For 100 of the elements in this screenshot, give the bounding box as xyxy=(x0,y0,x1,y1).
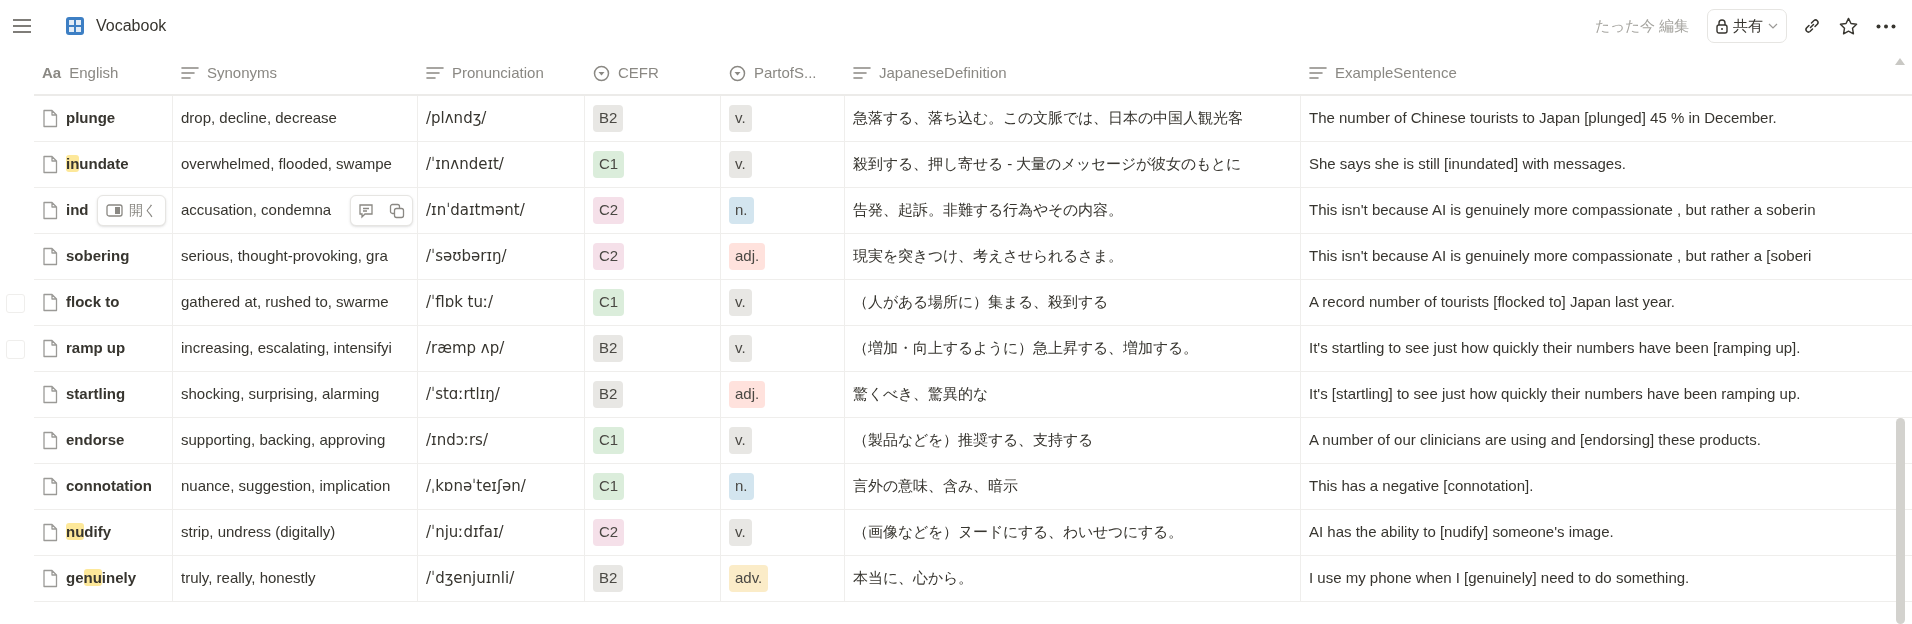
scrollbar-thumb[interactable] xyxy=(1896,418,1905,624)
word-link[interactable]: genuinely xyxy=(66,567,137,590)
synonyms-text: gathered at, rushed to, swarme xyxy=(181,292,389,313)
pronunciation-text: /ˈɪnʌndeɪt/ xyxy=(426,154,504,176)
tag: B2 xyxy=(593,381,624,408)
pronunciation-text: /ɪnˈdaɪtmənt/ xyxy=(426,200,525,222)
word-link[interactable]: endorse xyxy=(66,429,125,452)
word-link[interactable]: startling xyxy=(66,383,126,406)
pronunciation-text: /ˌkɒnəˈteɪʃən/ xyxy=(426,476,526,498)
tag: C2 xyxy=(593,243,625,270)
column-header[interactable]: JapaneseDefinition xyxy=(845,52,1301,94)
text-property-icon xyxy=(1309,66,1327,80)
example-sentence: A number of our clinicians are using and [endorsing] these products. xyxy=(1309,430,1761,451)
pronunciation-text: /ræmp ʌp/ xyxy=(426,338,505,360)
tag: C1 xyxy=(593,427,625,454)
tag: v. xyxy=(729,151,752,178)
page-icon xyxy=(42,339,58,358)
comment-icon[interactable] xyxy=(358,202,375,219)
menu-icon[interactable] xyxy=(12,18,32,34)
tag: v. xyxy=(729,289,752,316)
word-link[interactable]: ramp up xyxy=(66,337,126,360)
column-header[interactable]: PartofS... xyxy=(721,52,845,94)
pronunciation-text: /ˈnjuːdɪfaɪ/ xyxy=(426,522,504,544)
word-link[interactable]: nudify xyxy=(66,521,111,544)
tag: C2 xyxy=(593,519,625,546)
definition-text: 驚くべき、驚異的な xyxy=(853,384,988,405)
select-property-icon xyxy=(729,64,746,82)
page-icon xyxy=(42,385,58,404)
word-link[interactable]: inundate xyxy=(66,153,129,176)
column-header[interactable]: CEFR xyxy=(585,52,721,94)
column-header[interactable]: Pronunciation xyxy=(418,52,585,94)
tag: C1 xyxy=(593,473,625,500)
text-property-icon xyxy=(853,66,871,80)
column-header[interactable]: ExampleSentence xyxy=(1301,52,1888,94)
tag: B2 xyxy=(593,565,624,592)
page-icon xyxy=(42,155,58,174)
open-button[interactable]: 開く xyxy=(97,195,166,226)
tag: n. xyxy=(729,473,754,500)
example-sentence: This has a negative [connotation]. xyxy=(1309,476,1534,497)
example-sentence: This isn't because AI is genuinely more compassionate , but rather a [soberi xyxy=(1309,246,1812,267)
text-property-icon xyxy=(181,66,199,80)
definition-text: 告発、起訴。非難する行為やその内容。 xyxy=(853,200,1123,221)
page-title[interactable]: Vocabook xyxy=(96,14,167,38)
word-link[interactable]: plunge xyxy=(66,107,116,130)
definition-text: 現実を突きつけ、考えさせられるさま。 xyxy=(853,246,1123,267)
select-property-icon xyxy=(593,64,610,82)
synonyms-text: accusation, condemna xyxy=(181,200,332,221)
link-icon[interactable] xyxy=(1803,17,1821,35)
example-sentence: It's startling to see just how quickly their numbers have been [ramping up]. xyxy=(1309,338,1801,359)
synonyms-text: shocking, surprising, alarming xyxy=(181,384,380,405)
synonyms-text: serious, thought-provoking, gra xyxy=(181,246,388,267)
share-button[interactable]: 共有 xyxy=(1707,9,1787,43)
tag: C2 xyxy=(593,197,625,224)
example-sentence: She says she is still [inundated] with messages. xyxy=(1309,154,1626,175)
example-sentence: AI has the ability to [nudify] someone's image. xyxy=(1309,522,1614,543)
tag: v. xyxy=(729,519,752,546)
tag: B2 xyxy=(593,105,624,132)
column-header[interactable]: Synonyms xyxy=(173,52,418,94)
chevron-down-icon xyxy=(1768,23,1778,29)
definition-text: 急落する、落ち込む。この文脈では、日本の中国人観光客 xyxy=(853,108,1243,129)
tag: n. xyxy=(729,197,754,224)
pronunciation-text: /ˈdʒenjuɪnli/ xyxy=(426,568,515,590)
column-header[interactable]: Aa English xyxy=(34,52,173,94)
word-link[interactable]: flock to xyxy=(66,291,120,314)
synonyms-text: truly, really, honestly xyxy=(181,568,316,589)
tag: C1 xyxy=(593,289,625,316)
definition-text: 本当に、心から。 xyxy=(853,568,973,589)
example-sentence: It's [startling] to see just how quickly their numbers have been ramping up. xyxy=(1309,384,1801,405)
title-property-icon: Aa xyxy=(42,61,62,85)
pronunciation-text: /plʌndʒ/ xyxy=(426,108,487,130)
word-link[interactable]: ind xyxy=(66,199,89,222)
example-sentence: This isn't because AI is genuinely more compassionate , but rather a soberin xyxy=(1309,200,1816,221)
pronunciation-text: /ɪndɔːrs/ xyxy=(426,430,488,452)
text-property-icon xyxy=(426,66,444,80)
copy-icon[interactable] xyxy=(388,202,405,219)
definition-text: 殺到する、押し寄せる - 大量のメッセージが彼女のもとに xyxy=(853,154,1242,175)
pronunciation-text: /ˈsəʊbərɪŋ/ xyxy=(426,246,507,268)
pronunciation-text: /ˈstɑːrtlɪŋ/ xyxy=(426,384,500,406)
edited-status: たった今 編集 xyxy=(1594,15,1689,36)
word-link[interactable]: connotation xyxy=(66,475,152,498)
tag: B2 xyxy=(593,335,624,362)
synonyms-text: nuance, suggestion, implication xyxy=(181,476,391,497)
word-link[interactable]: sobering xyxy=(66,245,130,268)
tag: v. xyxy=(729,335,752,362)
tag: C1 xyxy=(593,151,625,178)
page-icon xyxy=(42,247,58,266)
synonyms-text: drop, decline, decrease xyxy=(181,108,337,129)
synonyms-text: increasing, escalating, intensifyi xyxy=(181,338,392,359)
example-sentence: A record number of tourists [flocked to] Japan last year. xyxy=(1309,292,1676,313)
star-icon[interactable] xyxy=(1839,16,1858,36)
example-sentence: I use my phone when I [genuinely] need to do something. xyxy=(1309,568,1690,589)
definition-text: 言外の意味、含み、暗示 xyxy=(853,476,1018,497)
page-icon xyxy=(42,569,58,588)
page-icon xyxy=(42,201,58,220)
lock-icon xyxy=(1716,18,1728,34)
synonyms-text: supporting, backing, approving xyxy=(181,430,386,451)
page-icon xyxy=(42,431,58,450)
more-icon[interactable] xyxy=(1876,23,1896,29)
tag: v. xyxy=(729,427,752,454)
definition-text: （増加・向上するように）急上昇する、増加する。 xyxy=(853,338,1198,359)
